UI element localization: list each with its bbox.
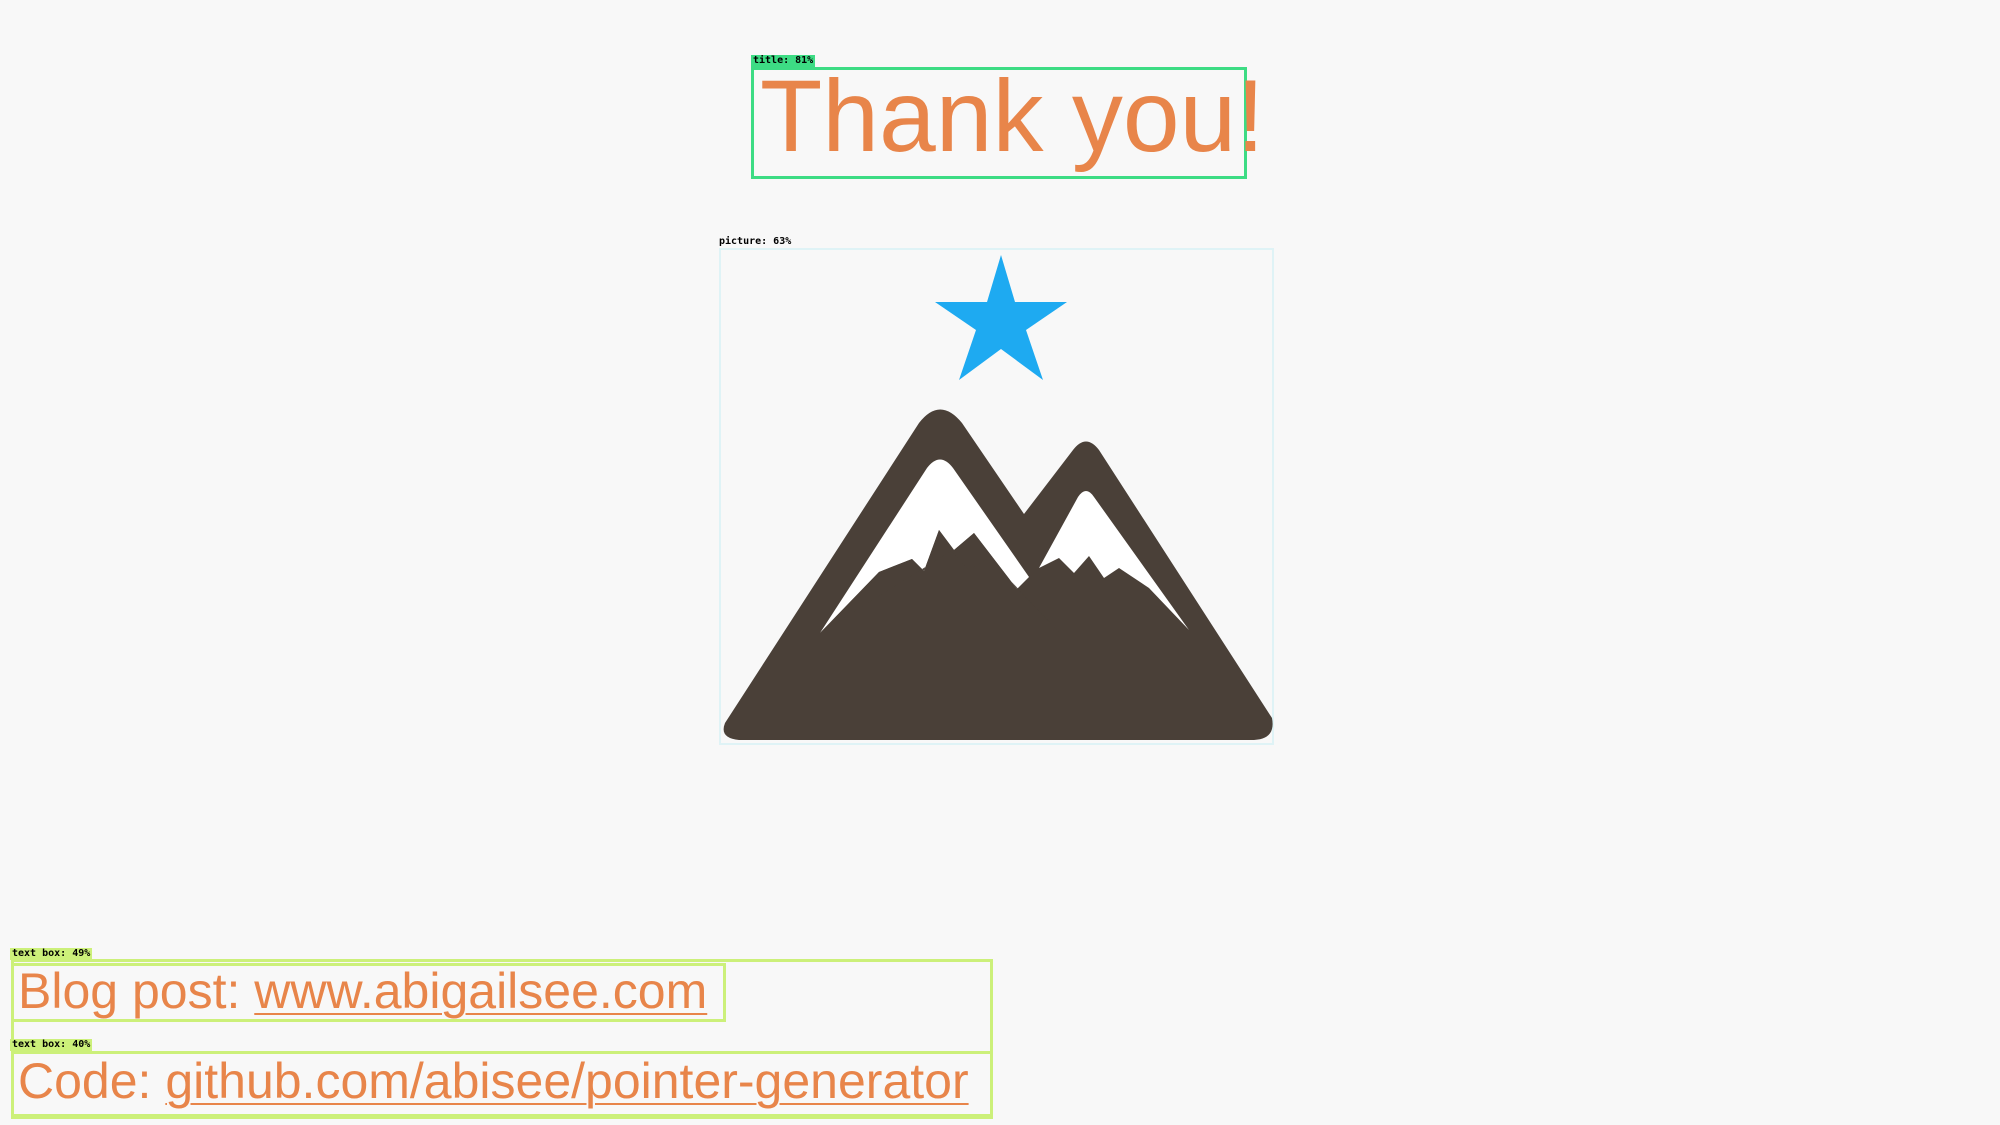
mountain-shape — [723, 409, 1273, 740]
text-box-detection-2-label: text box: 40% — [10, 1039, 93, 1051]
mountain-with-star-icon — [723, 255, 1273, 740]
text-box-detection-1-label: text box: 49% — [10, 948, 93, 960]
blog-post-line: Blog post: www.abigailsee.com — [18, 962, 707, 1020]
code-link[interactable]: github.com/abisee/pointer-generator — [165, 1053, 968, 1109]
star-icon — [935, 255, 1067, 380]
blog-post-link[interactable]: www.abigailsee.com — [254, 963, 707, 1019]
code-line: Code: github.com/abisee/pointer-generato… — [18, 1052, 969, 1110]
slide-title: Thank you! — [760, 59, 1265, 173]
code-prefix: Code: — [18, 1053, 166, 1109]
picture-detection-label: picture: 63% — [719, 236, 792, 247]
blog-post-prefix: Blog post: — [18, 963, 255, 1019]
